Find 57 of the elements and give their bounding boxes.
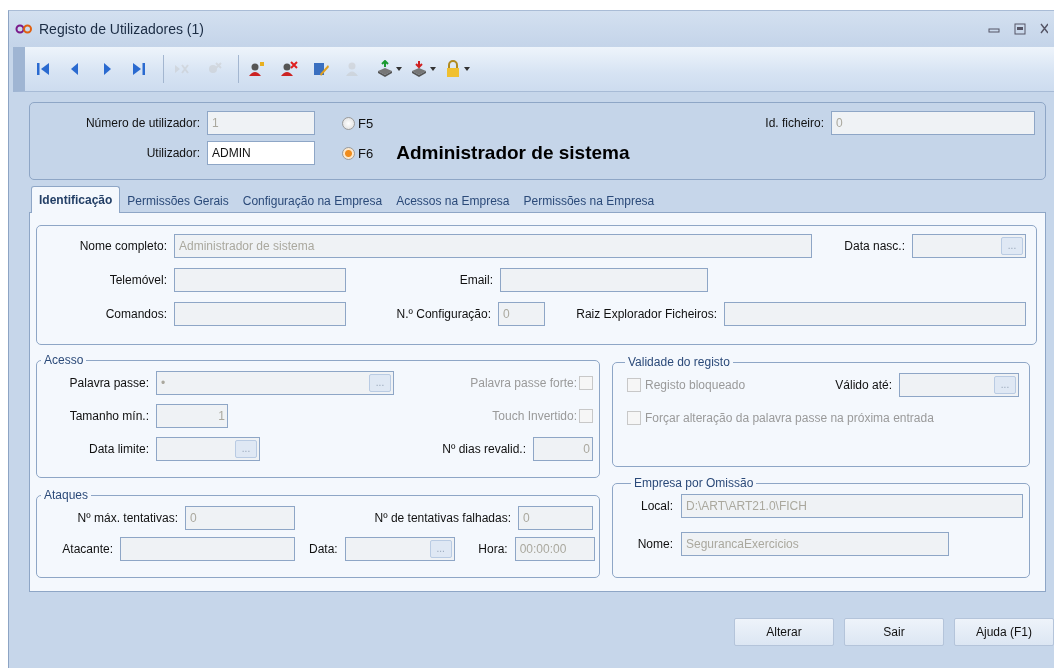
caret-icon xyxy=(430,67,436,71)
field-label: Telemóvel: xyxy=(108,273,167,287)
disk-upload-icon xyxy=(376,60,394,78)
caret-icon xyxy=(396,67,402,71)
checkbox-label: Touch Invertido: xyxy=(492,409,577,423)
field-label: Tamanho mín.: xyxy=(68,409,149,423)
tab[interactable]: Configuração na Empresa xyxy=(235,189,390,213)
tab[interactable]: Identificação xyxy=(31,186,121,213)
field-label: Local: xyxy=(639,499,673,513)
close-icon[interactable] xyxy=(1040,23,1048,35)
field-label: Nome: xyxy=(636,537,673,551)
user-name-heading: Administrador de sistema xyxy=(396,142,630,164)
field-label: Data: xyxy=(309,542,338,556)
group-title: Empresa por Omissão xyxy=(633,476,755,490)
field-label: Email: xyxy=(458,273,493,287)
field-label: Número de utilizador: xyxy=(84,116,200,130)
radio-button[interactable]: F5 xyxy=(342,115,374,131)
field-label: Palavra passe: xyxy=(68,376,149,390)
user-delete-icon xyxy=(280,60,298,78)
disk-download-icon xyxy=(410,60,428,78)
checkbox-label: Registo bloqueado xyxy=(645,378,746,392)
field-label: Válido até: xyxy=(835,378,892,392)
group-title: Validade do registo xyxy=(627,355,731,369)
field-label: Nº máx. tentativas: xyxy=(76,511,178,525)
tab[interactable]: Permissões Gerais xyxy=(120,189,236,213)
checkbox-label: Forçar alteração da palavra passe na próxima entrada xyxy=(645,411,934,425)
last-icon xyxy=(130,60,148,78)
field-label: Nº dias revalid.: xyxy=(442,442,526,456)
field-label: Data nasc.: xyxy=(844,239,905,253)
field-label: Data limite: xyxy=(87,442,149,456)
radio-button[interactable]: F6 xyxy=(342,145,374,161)
app-logo-icon xyxy=(15,23,33,35)
caret-icon xyxy=(464,67,470,71)
lock-icon xyxy=(444,60,462,78)
user-add-icon xyxy=(248,60,266,78)
field-label: Nº de tentativas falhadas: xyxy=(374,511,511,525)
dialog-button[interactable]: Alterar xyxy=(734,618,834,646)
first-icon xyxy=(34,60,52,78)
field-label: Raiz Explorador Ficheiros: xyxy=(576,307,717,321)
field-label: Utilizador: xyxy=(145,146,200,160)
tab[interactable]: Acessos na Empresa xyxy=(389,189,517,213)
field-label: Nome completo: xyxy=(78,239,167,253)
field-label: Hora: xyxy=(477,542,508,556)
tab[interactable]: Permissões na Empresa xyxy=(516,189,662,213)
group-title: Acesso xyxy=(43,353,85,367)
field-label: N.º Configuração: xyxy=(395,307,491,321)
dialog-button[interactable]: Ajuda (F1) xyxy=(954,618,1054,646)
maximize-icon[interactable] xyxy=(1014,23,1026,35)
window-title: Registo de Utilizadores (1) xyxy=(39,21,205,37)
dialog-button[interactable]: Sair xyxy=(844,618,944,646)
checkbox-label: Palavra passe forte: xyxy=(470,376,577,390)
edit-icon xyxy=(312,60,330,78)
field-label: Comandos: xyxy=(104,307,167,321)
field-label: Atacante: xyxy=(61,542,113,556)
input-field[interactable]: ADMIN xyxy=(207,141,315,165)
field-label: Id. ficheiro: xyxy=(765,116,824,130)
group-title: Ataques xyxy=(43,488,90,502)
